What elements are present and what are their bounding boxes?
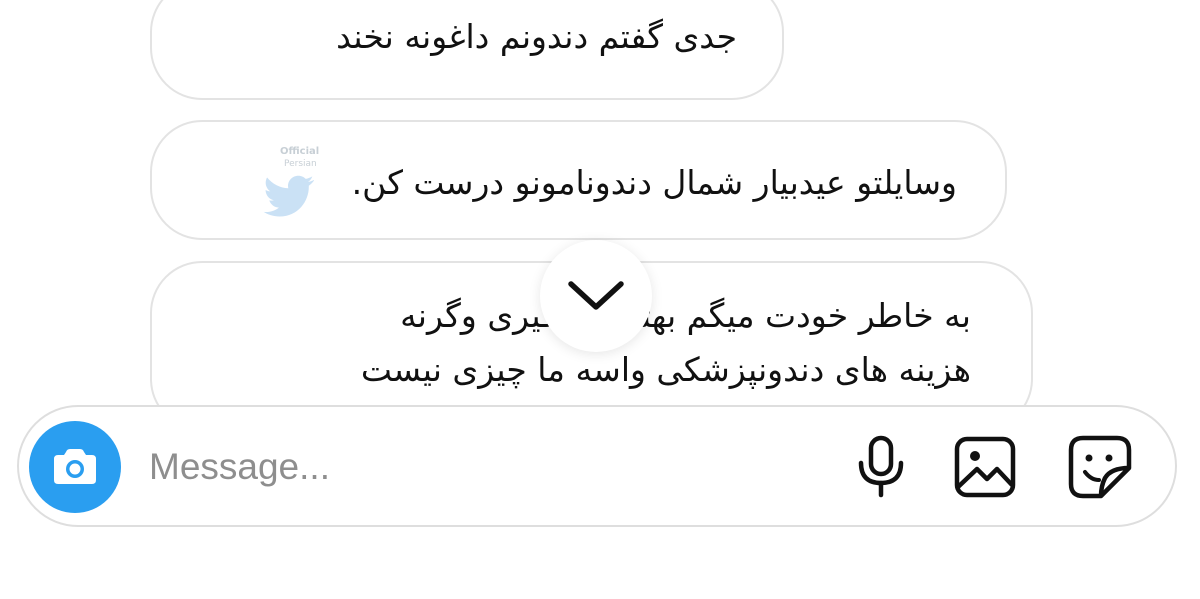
watermark-text-persian: Persian [284, 159, 317, 169]
sticker-button[interactable] [1064, 431, 1136, 503]
message-bubble[interactable]: جدی گفتم دندونم داغونه نخند [150, 0, 784, 100]
message-input[interactable] [149, 437, 789, 497]
microphone-icon [858, 435, 904, 498]
sticker-icon [1068, 435, 1132, 499]
message-text-line-2: هزینه های دندونپزشکی واسه ما چیزی نیست [360, 350, 971, 389]
voice-message-button[interactable] [845, 431, 917, 503]
camera-icon [54, 449, 96, 484]
scroll-to-bottom-button[interactable] [540, 240, 652, 352]
message-text: جدی گفتم دندونم داغونه نخند [336, 17, 737, 56]
gallery-button[interactable] [949, 431, 1021, 503]
message-composer [17, 405, 1177, 527]
image-icon [954, 436, 1016, 498]
watermark-text-official: Official [280, 146, 319, 157]
chevron-down-icon [568, 281, 624, 310]
camera-button[interactable] [29, 421, 121, 513]
twitter-watermark-logo: Official Persian [252, 140, 322, 220]
